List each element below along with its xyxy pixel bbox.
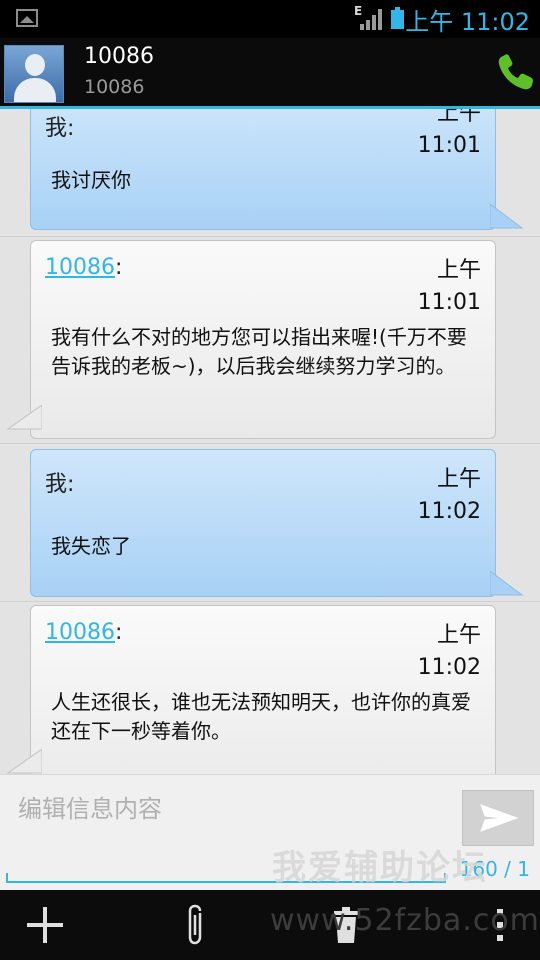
watermark-title: 我爱辅助论坛 xyxy=(272,848,488,888)
contact-name: 10086 xyxy=(84,44,154,69)
add-icon xyxy=(27,907,63,943)
bubble-tail xyxy=(490,571,524,596)
call-icon[interactable] xyxy=(494,52,536,94)
battery-icon xyxy=(391,7,404,29)
message-sender: 10086: xyxy=(45,620,123,645)
message-text: 我失恋了 xyxy=(51,534,131,558)
image-icon xyxy=(16,9,38,27)
contact-avatar[interactable] xyxy=(4,45,64,103)
message-text: 我有什么不对的地方您可以指出来喔!(千万不要告诉我的老板~)，以后我会继续努力学… xyxy=(51,325,467,378)
message-divider xyxy=(0,443,540,444)
message-bubble-incoming[interactable]: 10086: 上午 11:02 人生还很长，谁也无法预知明天，也许你的真爱还在下… xyxy=(30,605,496,774)
message-bubble-outgoing[interactable]: 我: 上午 11:02 我失恋了 xyxy=(30,449,496,597)
send-button[interactable] xyxy=(462,790,534,846)
signal-icon xyxy=(360,9,382,30)
message-bubble-outgoing[interactable]: 我: 上午 11:01 我讨厌你 xyxy=(30,109,496,230)
message-text: 我讨厌你 xyxy=(51,168,131,192)
bubble-tail xyxy=(6,749,42,774)
message-text: 人生还很长，谁也无法预知明天，也许你的真爱还在下一秒等着你。 xyxy=(51,690,471,743)
status-bar: E 上午 11:02 xyxy=(0,0,540,38)
message-timestamp: 上午 11:02 xyxy=(417,623,481,680)
message-bubble-incoming[interactable]: 10086: 上午 11:01 我有什么不对的地方您可以指出来喔!(千万不要告诉… xyxy=(30,240,496,439)
attach-icon xyxy=(188,904,202,945)
status-time: 上午 11:02 xyxy=(405,8,530,36)
message-sender: 我: xyxy=(45,116,75,141)
sender-link[interactable]: 10086 xyxy=(45,620,115,645)
message-timestamp: 上午 11:01 xyxy=(417,109,481,158)
message-sender: 我: xyxy=(45,472,75,497)
send-icon xyxy=(480,804,519,832)
message-input[interactable]: 编辑信息内容 xyxy=(18,789,438,829)
message-divider xyxy=(0,236,540,237)
add-button[interactable] xyxy=(20,890,70,960)
conversation-header xyxy=(0,38,540,106)
message-divider xyxy=(0,601,540,602)
watermark-url: www.52fzba.com xyxy=(270,903,540,938)
bubble-tail xyxy=(6,405,42,430)
sender-link[interactable]: 10086 xyxy=(45,255,115,280)
message-timestamp: 上午 11:02 xyxy=(417,467,481,524)
input-underline-left xyxy=(6,873,8,883)
message-list[interactable]: 我: 上午 11:01 我讨厌你 10086: 上午 11:01 我有什么不对的… xyxy=(0,109,540,774)
contact-number: 10086 xyxy=(84,76,145,98)
message-sender: 10086: xyxy=(45,255,123,280)
attach-button[interactable] xyxy=(176,890,216,960)
bubble-tail xyxy=(490,204,524,229)
message-timestamp: 上午 11:01 xyxy=(417,258,481,315)
